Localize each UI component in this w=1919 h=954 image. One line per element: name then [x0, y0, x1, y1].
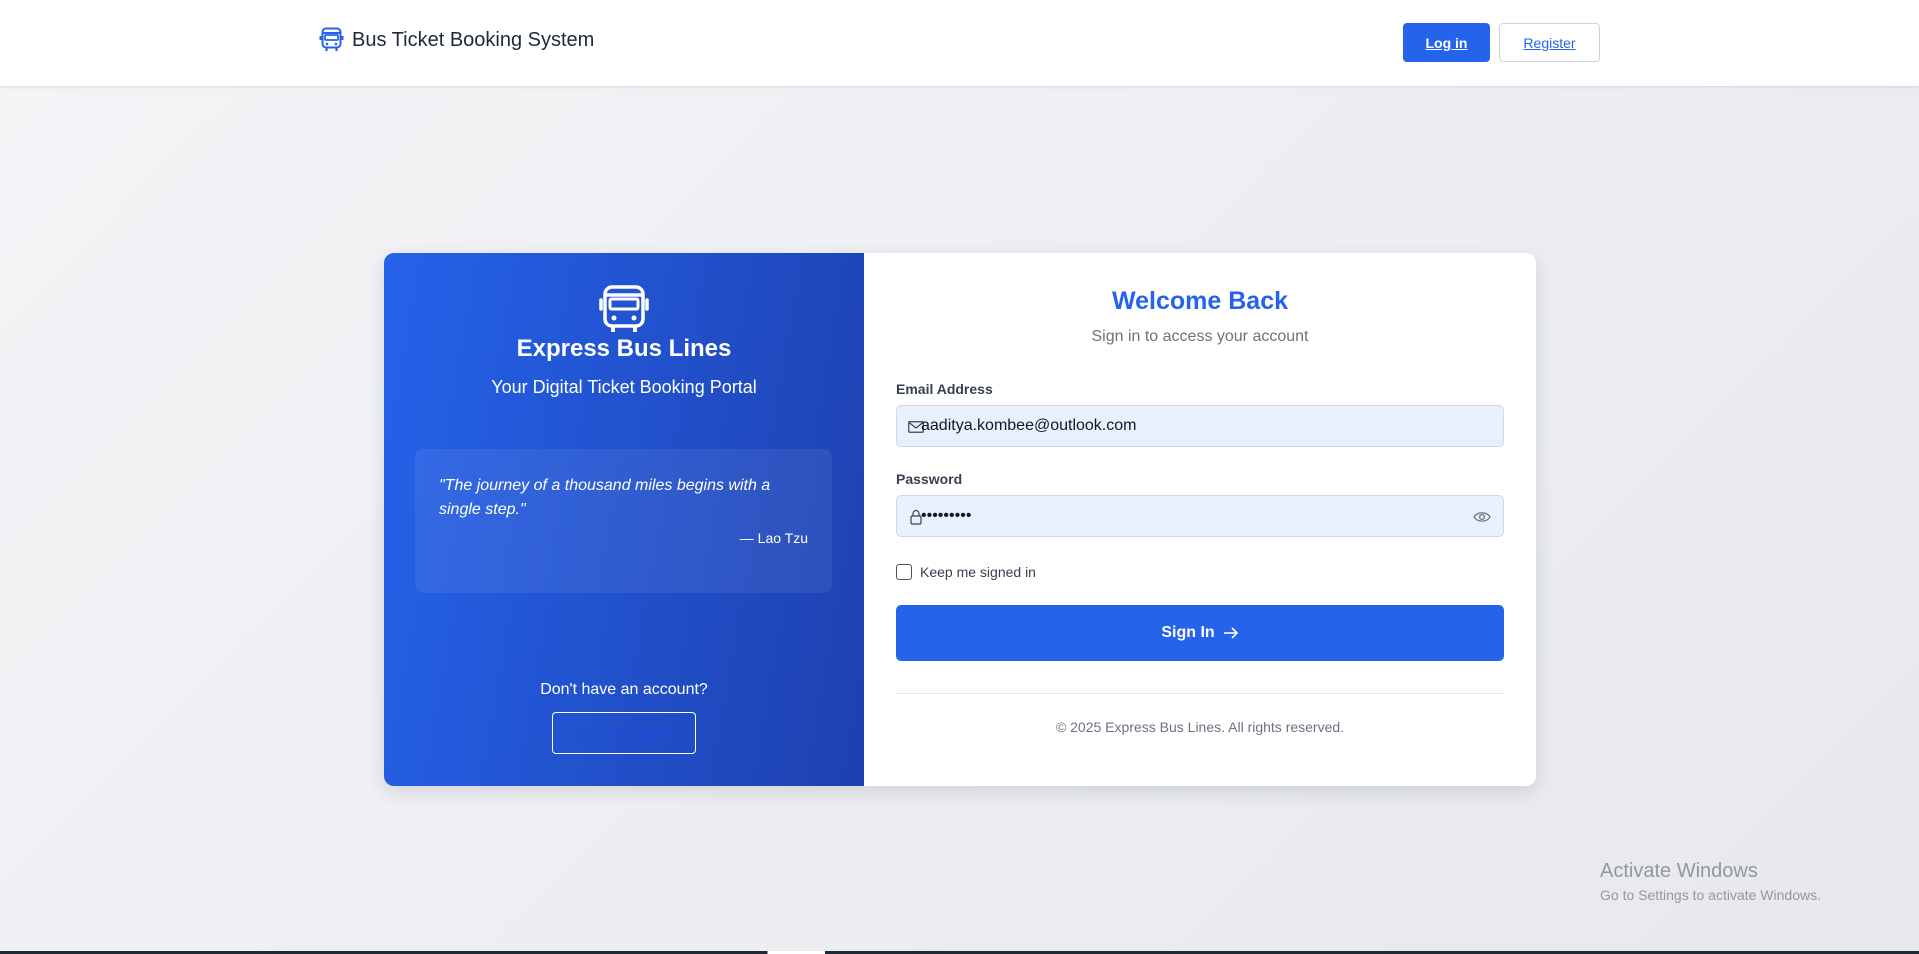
form-subtitle: Sign in to access your account: [1091, 328, 1309, 345]
email-label: Email Address: [896, 381, 993, 397]
divider: [896, 693, 1504, 694]
keep-signed-in-checkbox[interactable]: [896, 564, 912, 580]
bus-icon: [599, 285, 649, 332]
tagline: Your Digital Ticket Booking Portal: [491, 377, 757, 397]
brand[interactable]: Bus Ticket Booking System: [319, 26, 594, 54]
company-name: Express Bus Lines: [516, 335, 732, 362]
form-title: Welcome Back: [1111, 287, 1288, 315]
login-button[interactable]: Log in: [1403, 23, 1490, 62]
email-field[interactable]: [896, 405, 1504, 447]
sign-in-label: Sign In: [1161, 624, 1215, 641]
activate-windows-watermark: Activate Windows Go to Settings to activ…: [1600, 860, 1821, 903]
email-input[interactable]: [921, 406, 1481, 446]
login-form: Welcome Back Sign in to access your acco…: [864, 253, 1536, 786]
register-button[interactable]: Register: [1499, 23, 1600, 62]
bus-icon: [319, 27, 344, 51]
keep-signed-in-label: Keep me signed in: [920, 564, 1036, 580]
eye-icon[interactable]: [1473, 509, 1491, 525]
watermark-subtitle: Go to Settings to activate Windows.: [1600, 887, 1821, 903]
password-field[interactable]: [896, 495, 1504, 537]
register-now-button[interactable]: Register Now: [552, 712, 696, 754]
password-label: Password: [896, 471, 963, 487]
password-input[interactable]: [921, 496, 1481, 536]
quote-text: "The journey of a thousand miles begins …: [439, 477, 771, 518]
top-navbar: Bus Ticket Booking System Log in Registe…: [0, 0, 1919, 86]
brand-panel: Express Bus Lines Your Digital Ticket Bo…: [384, 253, 864, 786]
no-account-text: Don't have an account?: [540, 681, 708, 698]
sign-in-button[interactable]: Sign In: [896, 605, 1504, 661]
arrow-right-icon: [1223, 627, 1238, 639]
quote-box: "The journey of a thousand miles begins …: [415, 449, 832, 593]
keep-signed-in[interactable]: Keep me signed in: [896, 563, 1036, 581]
login-card: Express Bus Lines Your Digital Ticket Bo…: [384, 253, 1536, 786]
quote-author: — Lao Tzu: [739, 530, 808, 546]
watermark-title: Activate Windows: [1600, 860, 1758, 882]
app-title: Bus Ticket Booking System: [352, 28, 595, 51]
copyright: © 2025 Express Bus Lines. All rights res…: [1055, 719, 1345, 735]
